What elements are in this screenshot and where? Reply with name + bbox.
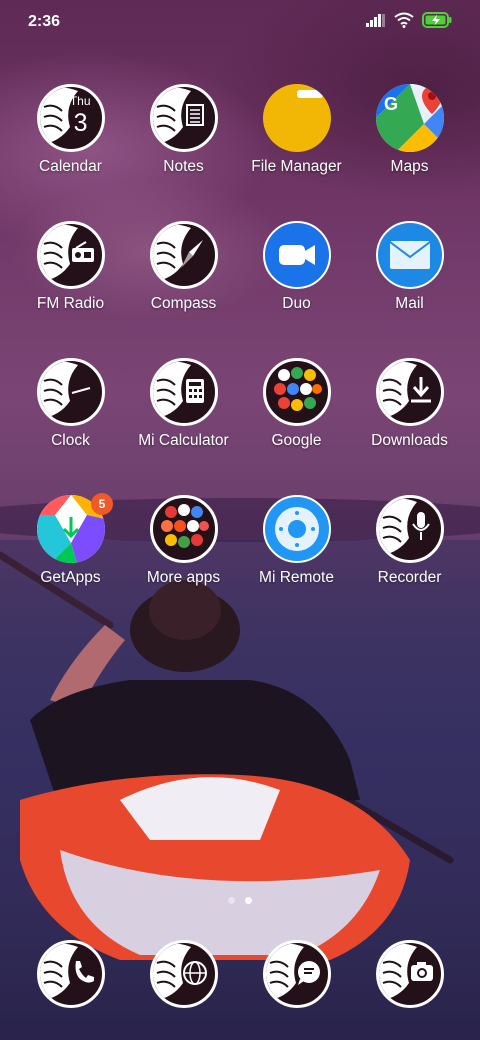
- phone-icon: [36, 940, 105, 1008]
- app-label: Google: [271, 432, 322, 449]
- clock-icon: [36, 358, 105, 426]
- calendar-date: 3: [73, 109, 88, 137]
- status-bar: 2:36: [0, 0, 480, 44]
- notes-icon: [149, 84, 218, 152]
- status-icons: [366, 12, 452, 28]
- svg-text:G: G: [384, 94, 398, 114]
- app-label: File Manager: [251, 158, 342, 175]
- app-fm-radio[interactable]: FM Radio: [14, 221, 127, 313]
- radio-icon: [36, 221, 105, 289]
- app-more-apps-folder[interactable]: More apps: [127, 495, 240, 587]
- battery-charging-icon: [422, 12, 452, 28]
- app-mi-remote[interactable]: Mi Remote: [240, 495, 353, 587]
- app-notes[interactable]: Notes: [127, 84, 240, 176]
- calendar-icon: Thu 3: [36, 84, 105, 152]
- maps-icon: G: [375, 84, 444, 152]
- app-google-folder[interactable]: Google: [240, 358, 353, 450]
- app-label: Compass: [150, 295, 217, 312]
- camera-icon: [375, 940, 444, 1008]
- calendar-day: Thu: [69, 94, 91, 108]
- download-icon: [375, 358, 444, 426]
- app-label: Notes: [163, 158, 204, 175]
- dock-camera[interactable]: [353, 940, 466, 1008]
- app-label: Downloads: [371, 432, 448, 449]
- messages-icon: [262, 940, 331, 1008]
- app-label: Duo: [282, 295, 311, 312]
- app-clock[interactable]: Clock: [14, 358, 127, 450]
- status-time: 2:36: [28, 13, 61, 30]
- calculator-icon: [149, 358, 218, 426]
- app-label: Recorder: [377, 569, 442, 586]
- video-camera-icon: [262, 221, 331, 289]
- more-apps-folder-icon: [149, 495, 218, 563]
- app-file-manager[interactable]: File Manager: [240, 84, 353, 176]
- app-downloads[interactable]: Downloads: [353, 358, 466, 450]
- app-maps[interactable]: G Maps: [353, 84, 466, 176]
- app-label: Clock: [51, 432, 90, 449]
- app-getapps[interactable]: 5 GetApps: [14, 493, 127, 587]
- app-label: Mi Calculator: [138, 432, 229, 449]
- app-compass[interactable]: Compass: [127, 221, 240, 313]
- notification-badge: 5: [91, 493, 113, 515]
- app-label: More apps: [146, 569, 221, 586]
- app-label: FM Radio: [36, 295, 105, 312]
- dock-browser[interactable]: [127, 940, 240, 1008]
- app-mi-calculator[interactable]: Mi Calculator: [127, 358, 240, 450]
- dock-messages[interactable]: [240, 940, 353, 1008]
- app-calendar[interactable]: Thu 3 Calendar: [14, 84, 127, 176]
- app-mail[interactable]: Mail: [353, 221, 466, 313]
- app-label: Mail: [395, 295, 424, 312]
- mail-icon: [375, 221, 444, 289]
- compass-icon: [149, 221, 218, 289]
- app-label: Mi Remote: [259, 569, 334, 586]
- remote-icon: [262, 495, 331, 563]
- app-duo[interactable]: Duo: [240, 221, 353, 313]
- wifi-icon: [394, 12, 414, 28]
- app-label: GetApps: [40, 569, 101, 586]
- browser-globe-icon: [149, 940, 218, 1008]
- app-label: Calendar: [39, 158, 102, 175]
- page-dot-active[interactable]: [245, 897, 252, 904]
- folder-icon: [262, 84, 331, 152]
- page-dot[interactable]: [228, 897, 235, 904]
- google-folder-icon: [262, 358, 331, 426]
- app-label: Maps: [390, 158, 429, 175]
- app-recorder[interactable]: Recorder: [353, 495, 466, 587]
- page-indicator: [0, 897, 480, 904]
- dock-phone[interactable]: [14, 940, 127, 1008]
- signal-icon: [366, 14, 385, 27]
- microphone-icon: [375, 495, 444, 563]
